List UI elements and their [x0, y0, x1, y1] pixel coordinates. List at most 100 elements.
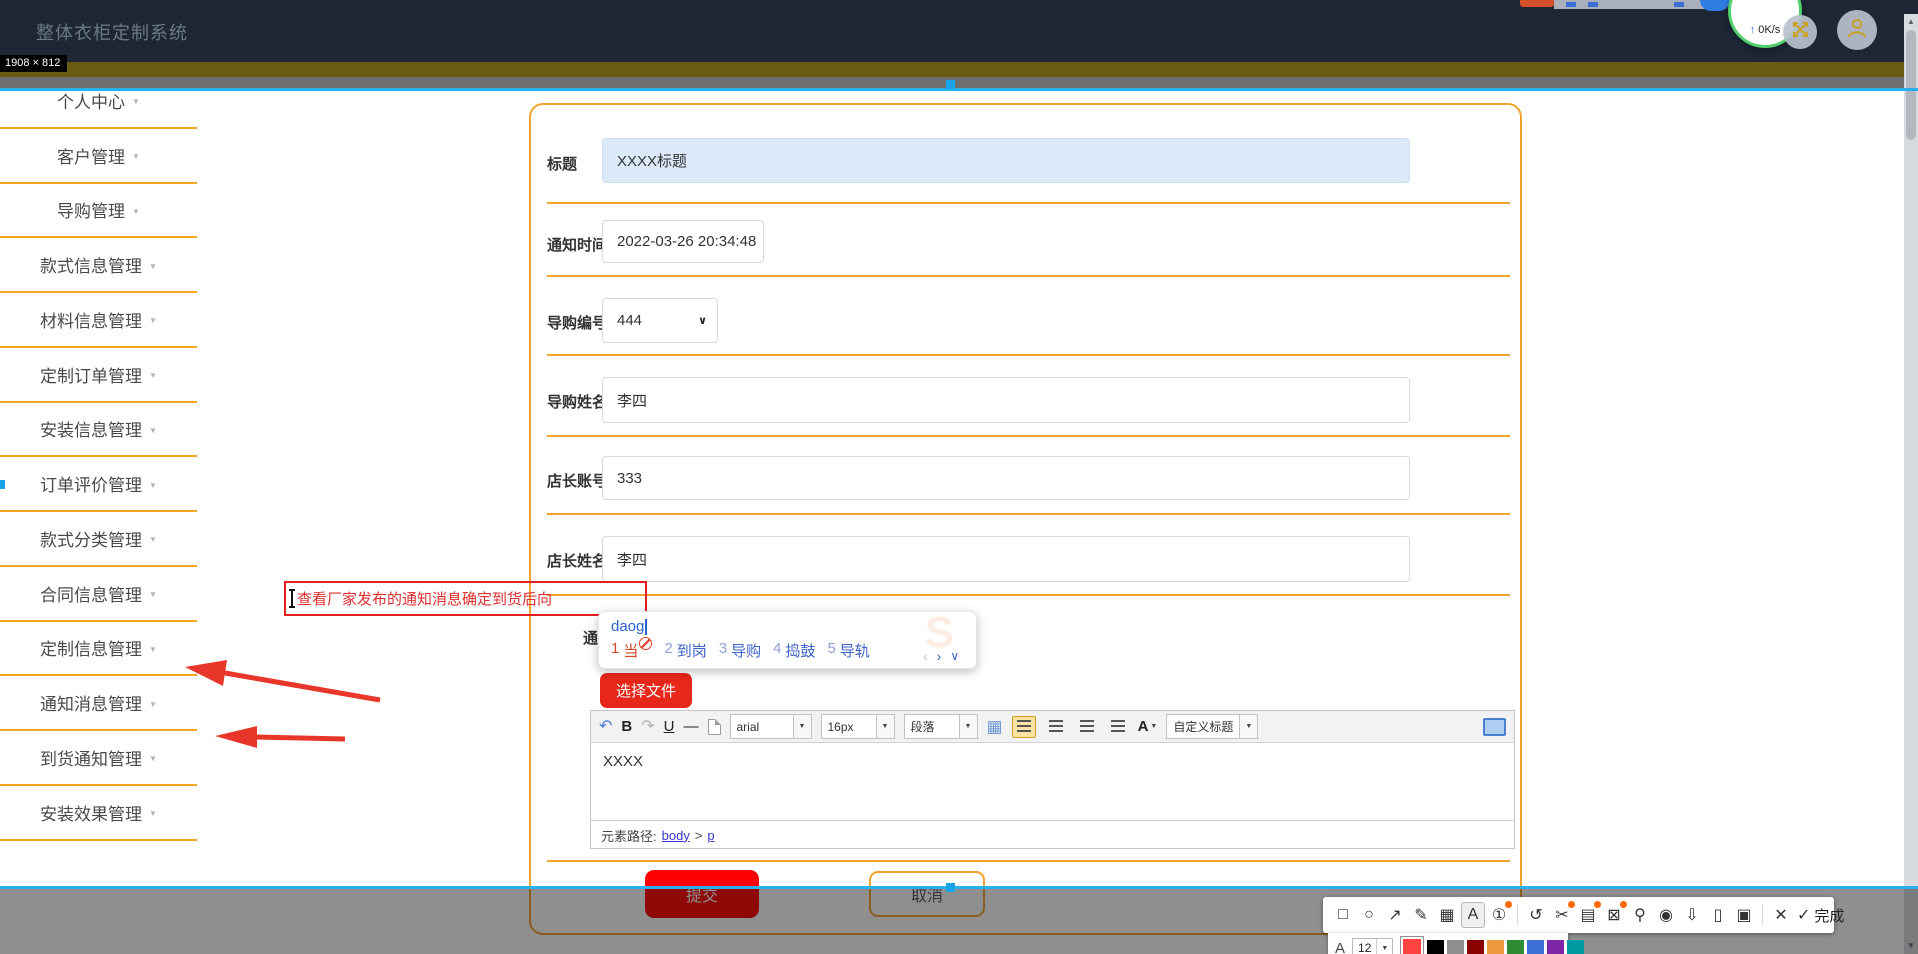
- font-color-tool[interactable]: A ▼: [1138, 718, 1158, 735]
- app-header: 整体衣柜定制系统: [0, 0, 1918, 62]
- color-swatch[interactable]: [1547, 939, 1565, 954]
- choose-file-button[interactable]: 选择文件: [600, 673, 692, 708]
- annotation-text-box[interactable]: 查看厂家发布的通知消息确定到货后向: [284, 581, 647, 616]
- sidebar-item[interactable]: 订单评价管理 ▼: [0, 457, 197, 512]
- ime-candidate[interactable]: 3 导购: [719, 640, 761, 661]
- insert-table-icon[interactable]: ▦: [987, 717, 1003, 737]
- font-size-icon: A: [1335, 939, 1346, 954]
- sidebar-item[interactable]: 客户管理 ▼: [0, 128, 197, 184]
- device-tool[interactable]: ▯: [1706, 902, 1730, 928]
- arrow-tool[interactable]: ↗: [1383, 902, 1407, 928]
- scrollbar-thumb[interactable]: [1906, 30, 1916, 140]
- path-node-body[interactable]: body: [662, 828, 690, 843]
- manager-name-input[interactable]: 李四: [602, 536, 1410, 582]
- fullscreen-preview-icon[interactable]: [1483, 717, 1506, 736]
- manager-account-input[interactable]: 333: [602, 456, 1410, 500]
- check-icon: ✓: [1797, 907, 1811, 924]
- align-right-icon[interactable]: [1045, 717, 1067, 737]
- ocr-tool[interactable]: ⊠: [1602, 901, 1627, 928]
- editor-undo-icon[interactable]: ↶: [599, 718, 612, 735]
- ime-expand-icon[interactable]: ∨: [950, 649, 959, 663]
- trim-tool[interactable]: ✂: [1550, 901, 1575, 928]
- save-tool[interactable]: ⇩: [1680, 902, 1704, 928]
- record-tool[interactable]: ◉: [1654, 902, 1678, 928]
- sidebar-item[interactable]: 材料信息管理 ▼: [0, 293, 197, 348]
- editor-redo-icon[interactable]: ↷: [641, 718, 654, 735]
- align-center-icon[interactable]: [1076, 717, 1098, 737]
- close-tool[interactable]: ✕: [1769, 902, 1793, 928]
- sidebar-item[interactable]: 安装信息管理 ▼: [0, 402, 197, 458]
- browser-fragment-icon: [1588, 2, 1598, 7]
- color-swatch[interactable]: [1567, 939, 1585, 954]
- color-swatch[interactable]: [1467, 939, 1485, 954]
- editor-content[interactable]: XXXX: [591, 743, 1514, 820]
- text-cursor: [289, 589, 295, 608]
- paragraph-format-select[interactable]: 段落 ▼: [903, 714, 978, 739]
- font-size-select[interactable]: 16px ▼: [820, 714, 895, 739]
- ime-candidate[interactable]: 1当: [611, 637, 653, 661]
- pen-tool[interactable]: ✎: [1409, 902, 1433, 928]
- undo-tool[interactable]: ↺: [1524, 902, 1548, 928]
- color-swatch[interactable]: [1527, 939, 1545, 954]
- font-family-select[interactable]: arial ▼: [729, 714, 812, 739]
- selection-handle-top[interactable]: [946, 80, 955, 89]
- scroll-up-icon[interactable]: ▲: [1904, 17, 1918, 26]
- color-swatch[interactable]: [1507, 939, 1525, 954]
- selection-handle-bottom[interactable]: [946, 883, 955, 892]
- expand-button[interactable]: [1783, 15, 1817, 49]
- page-scrollbar[interactable]: ▲ ▼: [1904, 14, 1918, 954]
- sidebar-item[interactable]: 通知消息管理 ▼: [0, 676, 197, 731]
- sidebar-item[interactable]: 合同信息管理 ▼: [0, 566, 197, 622]
- mosaic-tool[interactable]: ▦: [1435, 902, 1459, 928]
- sidebar-item[interactable]: 款式分类管理 ▼: [0, 512, 197, 567]
- bookmark-tool[interactable]: ▣: [1732, 902, 1756, 928]
- ime-caret: [645, 618, 648, 635]
- path-node-p[interactable]: p: [707, 828, 714, 843]
- header-dim-strip: [0, 77, 1918, 88]
- user-button[interactable]: [1837, 10, 1877, 50]
- ime-candidate[interactable]: 2 到岗: [664, 640, 706, 661]
- browser-fragment-icon: [1566, 2, 1576, 7]
- color-swatch[interactable]: [1447, 939, 1465, 954]
- translate-tool[interactable]: ▤: [1576, 901, 1601, 928]
- sidebar-item[interactable]: 到货通知管理 ▼: [0, 731, 197, 786]
- align-justify-icon[interactable]: [1107, 717, 1129, 737]
- rect-tool[interactable]: □: [1331, 902, 1355, 928]
- step-number-tool[interactable]: ①: [1487, 901, 1512, 928]
- sidebar-item[interactable]: 安装效果管理 ▼: [0, 785, 197, 841]
- text-tool[interactable]: A: [1461, 902, 1485, 928]
- caret-down-icon: ▼: [149, 316, 157, 326]
- title-input[interactable]: XXXX标题: [602, 138, 1410, 183]
- editor-document-icon[interactable]: [707, 718, 721, 735]
- ime-candidate[interactable]: 5 导轨: [827, 640, 869, 661]
- sidebar-item[interactable]: 定制订单管理 ▼: [0, 347, 197, 403]
- app-title: 整体衣柜定制系统: [36, 23, 188, 43]
- align-left-icon[interactable]: [1011, 715, 1036, 738]
- caret-down-icon: ▼: [132, 97, 140, 107]
- editor-bold-icon[interactable]: B: [621, 719, 632, 734]
- guide-name-input[interactable]: 李四: [602, 377, 1410, 423]
- editor-underline-icon[interactable]: U: [664, 719, 675, 734]
- ime-next-icon[interactable]: ›: [937, 648, 942, 664]
- row-separator: [547, 354, 1510, 356]
- editor-hr-icon[interactable]: —: [684, 719, 699, 734]
- sidebar-item[interactable]: 款式信息管理 ▼: [0, 238, 197, 293]
- custom-style-select[interactable]: 自定义标题 ▼: [1166, 714, 1259, 739]
- snip-text-options-bar: A 12 ▼: [1328, 933, 1585, 954]
- guide-no-select[interactable]: 444 ∨: [602, 298, 718, 343]
- color-swatch[interactable]: [1487, 939, 1505, 954]
- sidebar-item[interactable]: 导购管理 ▼: [0, 183, 197, 239]
- annotation-font-size-select[interactable]: 12 ▼: [1352, 938, 1394, 954]
- ellipse-tool[interactable]: ○: [1357, 902, 1381, 928]
- confirm-button[interactable]: ✓ 完成: [1797, 905, 1844, 926]
- color-swatch[interactable]: [1427, 939, 1445, 954]
- ime-prev-icon[interactable]: ‹: [923, 648, 928, 664]
- sidebar-item[interactable]: 定制信息管理 ▼: [0, 621, 197, 677]
- header-accent-bar: [0, 62, 1918, 77]
- selection-handle-left[interactable]: [0, 480, 5, 489]
- notify-time-input[interactable]: 2022-03-26 20:34:48: [602, 220, 764, 263]
- color-swatch[interactable]: [1400, 936, 1425, 954]
- ime-candidate[interactable]: 4 捣鼓: [773, 640, 815, 661]
- guide-no-label: 导购编号: [547, 315, 608, 332]
- pin-tool[interactable]: ⚲: [1628, 902, 1652, 928]
